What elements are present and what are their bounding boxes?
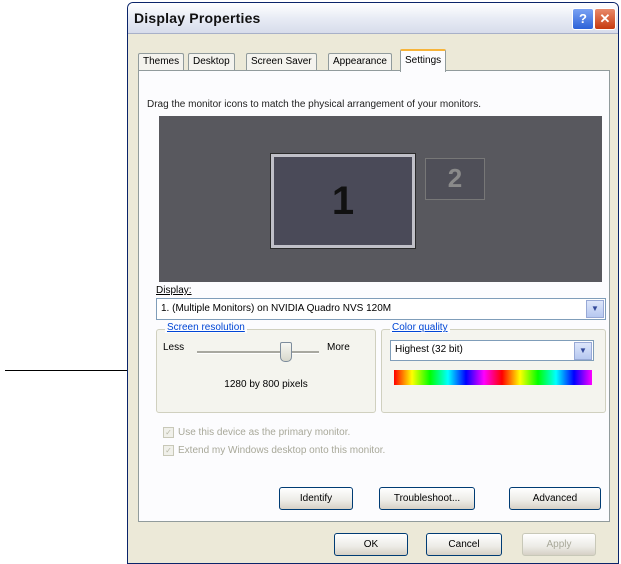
monitor-2-label: 2 [447, 163, 463, 193]
help-icon[interactable]: ? [572, 8, 594, 30]
primary-monitor-checkbox[interactable]: ✓ [163, 427, 174, 438]
color-quality-value: Highest (32 bit) [395, 344, 463, 355]
tab-themes[interactable]: Themes [138, 53, 185, 70]
chevron-down-icon[interactable]: ▼ [574, 342, 592, 360]
window-title: Display Properties [134, 10, 261, 26]
display-value: 1. (Multiple Monitors) on NVIDIA Quadro … [161, 303, 392, 314]
close-icon[interactable]: ✕ [594, 8, 616, 30]
primary-monitor-label: Use this device as the primary monitor. [178, 427, 351, 439]
identify-button[interactable]: Identify [279, 487, 353, 510]
tab-settings[interactable]: Settings [400, 49, 447, 72]
resolution-slider-track[interactable] [197, 351, 319, 354]
instruction-text: Drag the monitor icons to match the phys… [147, 99, 482, 110]
extend-desktop-checkbox[interactable]: ✓ [163, 445, 174, 456]
display-label: Display: [156, 285, 192, 296]
extend-desktop-checkbox-row: ✓ Extend my Windows desktop onto this mon… [163, 445, 385, 456]
color-quality-select[interactable]: Highest (32 bit) ▼ [390, 340, 594, 361]
monitor-1[interactable]: 1 [271, 154, 415, 248]
chevron-down-icon[interactable]: ▼ [586, 300, 604, 318]
monitor-1-label: 1 [331, 179, 355, 223]
resolution-value: 1280 by 800 pixels [224, 379, 308, 390]
settings-panel: Drag the monitor icons to match the phys… [138, 70, 610, 522]
tab-strip: Themes Desktop Screen Saver Appearance S… [138, 49, 598, 72]
advanced-button[interactable]: Advanced [509, 487, 601, 510]
pointer-arrow-line [5, 370, 135, 371]
title-bar[interactable]: Display Properties ? ✕ [128, 3, 618, 34]
troubleshoot-button[interactable]: Troubleshoot... [379, 487, 475, 510]
color-spectrum-bar [394, 370, 592, 385]
display-properties-window: Display Properties ? ✕ Themes Desktop Sc… [127, 2, 619, 564]
monitor-2[interactable]: 2 [425, 158, 485, 200]
screen-resolution-group: Screen resolution Less More 1280 by 800 … [156, 322, 376, 413]
tab-screen-saver[interactable]: Screen Saver [246, 53, 317, 70]
slider-less-label: Less [163, 342, 185, 353]
resolution-slider-thumb[interactable] [279, 342, 292, 362]
cancel-button[interactable]: Cancel [426, 533, 502, 556]
tab-appearance[interactable]: Appearance [328, 53, 392, 70]
color-quality-group: Color quality Highest (32 bit) ▼ [381, 322, 606, 413]
tab-desktop[interactable]: Desktop [188, 53, 235, 70]
ok-button[interactable]: OK [334, 533, 408, 556]
screen-resolution-label: Screen resolution [165, 322, 247, 333]
color-quality-label: Color quality [390, 322, 450, 333]
display-select[interactable]: 1. (Multiple Monitors) on NVIDIA Quadro … [156, 298, 606, 320]
extend-desktop-label: Extend my Windows desktop onto this moni… [178, 445, 386, 457]
monitor-arrangement-area: 1 2 [159, 116, 602, 282]
apply-button[interactable]: Apply [522, 533, 596, 556]
slider-more-label: More [327, 342, 350, 353]
primary-monitor-checkbox-row: ✓ Use this device as the primary monitor. [163, 427, 350, 438]
